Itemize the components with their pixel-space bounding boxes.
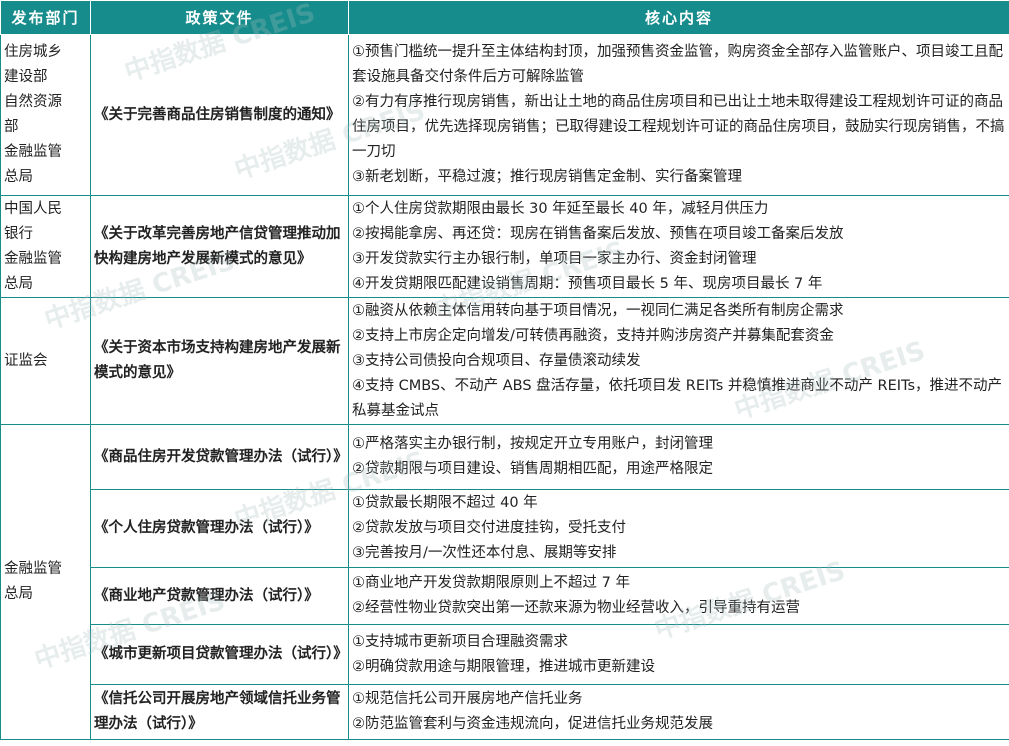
content-cell: ①规范信托公司开展房地产信托业务 ②防范监管套利与资金违规流向，促进信托业务规范… — [348, 684, 1009, 740]
content-line: ②贷款发放与项目交付进度挂钩，受托支付 — [352, 520, 626, 536]
content-line: ②贷款期限与项目建设、销售周期相匹配，用途严格限定 — [352, 461, 713, 477]
doc-cell: 《关于改革完善房地产信贷管理推动加快构建房地产发展新模式的意见》 — [90, 195, 349, 298]
content-line: ①支持城市更新项目合理融资需求 — [352, 633, 568, 650]
table-row: 住房城乡 建设部 自然资源 部 金融监管 总局 《关于完善商品住房销售制度的通知… — [0, 34, 1009, 196]
dept-cell: 证监会 — [0, 297, 91, 425]
doc-cell: 《关于完善商品住房销售制度的通知》 — [90, 34, 349, 196]
dept-cell: 金融监管 总局 — [0, 424, 91, 740]
doc-cell: 《商品住房开发贷款管理办法（试行）》 — [90, 424, 349, 490]
content-cell: ①严格落实主办银行制，按规定开立专用账户，封闭管理 ②贷款期限与项目建设、销售周… — [348, 424, 1009, 490]
header-content: 核心内容 — [348, 0, 1009, 35]
content-line: ①商业地产开发贷款期限原则上不超过 7 年 — [352, 575, 630, 591]
content-line: ③完善按月/一次性还本付息、展期等安排 — [352, 545, 617, 561]
content-line: ④支持 CMBS、不动产 ABS 盘活存量，依托项目发 REITs 并稳慎推进商… — [352, 377, 1003, 419]
dept-cell: 中国人民 银行 金融监管 总局 — [0, 195, 91, 298]
content-cell: ①支持城市更新项目合理融资需求 ②明确贷款用途与期限管理，推进城市更新建设 — [348, 624, 1009, 685]
header-dept: 发布部门 — [0, 0, 91, 35]
content-line: ①预售门槛统一提升至主体结构封顶，加强预售资金监管，购房资金全部存入监管账户、项… — [352, 44, 1003, 85]
content-cell: ①预售门槛统一提升至主体结构封顶，加强预售资金监管，购房资金全部存入监管账户、项… — [348, 34, 1009, 196]
content-line: ①个人住房贷款期限由最长 30 年延至最长 40 年，减轻月供压力 — [352, 200, 769, 217]
content-line: ②按揭能拿房、再还贷：现房在销售备案后发放、预售在项目竣工备案后发放 — [352, 225, 844, 242]
header-row: 发布部门 政策文件 核心内容 — [0, 0, 1009, 35]
content-line: ③新老划断，平稳过渡；推行现房销售定金制、实行备案管理 — [352, 169, 742, 185]
table-row: 金融监管 总局 《商品住房开发贷款管理办法（试行）》 ①严格落实主办银行制，按规… — [0, 424, 1009, 740]
content-line: ②有力有序推行现房销售，新出让土地的商品住房项目和已出让土地未取得建设工程规划许… — [352, 94, 1005, 160]
content-line: ②明确贷款用途与期限管理，推进城市更新建设 — [352, 658, 655, 675]
content-line: ③开发贷款实行主办银行制，单项目一家主办行、资金封闭管理 — [352, 250, 757, 267]
content-line: ②支持上市房企定向增发/可转债再融资，支持并购涉房资产并募集配套资金 — [352, 327, 834, 344]
table-row: 《信托公司开展房地产领域信托业务管理办法（试行）》 ①规范信托公司开展房地产信托… — [1, 684, 1009, 740]
content-cell: ①融资从依赖主体信用转向基于项目情况，一视同仁满足各类所有制房企需求 ②支持上市… — [348, 297, 1009, 425]
doc-cell: 《信托公司开展房地产领域信托业务管理办法（试行）》 — [90, 684, 349, 740]
table-row: 中国人民 银行 金融监管 总局 《关于改革完善房地产信贷管理推动加快构建房地产发… — [0, 195, 1009, 298]
content-line: ①贷款最长期限不超过 40 年 — [352, 495, 538, 511]
content-line: ④开发贷期限匹配建设销售周期：预售项目最长 5 年、现房项目最长 7 年 — [352, 275, 823, 292]
content-cell: ①贷款最长期限不超过 40 年 ②贷款发放与项目交付进度挂钩，受托支付 ③完善按… — [348, 489, 1009, 568]
content-line: ③支持公司债投向合规项目、存量债滚动续发 — [352, 352, 641, 369]
table-row: 证监会 《关于资本市场支持构建房地产发展新模式的意见》 ①融资从依赖主体信用转向… — [0, 297, 1009, 425]
dept-cell: 住房城乡 建设部 自然资源 部 金融监管 总局 — [0, 34, 91, 196]
doc-cell: 《个人住房贷款管理办法（试行）》 — [90, 489, 349, 568]
content-line: ②经营性物业贷款突出第一还款来源为物业经营收入，引导重持有运营 — [352, 600, 800, 616]
doc-cell: 《关于资本市场支持构建房地产发展新模式的意见》 — [90, 297, 349, 425]
content-line: ①严格落实主办银行制，按规定开立专用账户，封闭管理 — [352, 436, 713, 452]
header-doc: 政策文件 — [90, 0, 349, 35]
content-cell: ①个人住房贷款期限由最长 30 年延至最长 40 年，减轻月供压力 ②按揭能拿房… — [348, 195, 1009, 298]
doc-cell: 《商业地产贷款管理办法（试行）》 — [90, 567, 349, 625]
doc-cell: 《城市更新项目贷款管理办法（试行）》 — [90, 624, 349, 685]
table-row: 《城市更新项目贷款管理办法（试行）》 ①支持城市更新项目合理融资需求 ②明确贷款… — [1, 624, 1009, 685]
content-line: ②防范监管套利与资金违规流向，促进信托业务规范发展 — [352, 716, 713, 732]
policy-table: 发布部门 政策文件 核心内容 住房城乡 建设部 自然资源 部 金融监管 总局 《… — [0, 0, 1009, 740]
table-row: 《个人住房贷款管理办法（试行）》 ①贷款最长期限不超过 40 年 ②贷款发放与项… — [1, 489, 1009, 568]
table-row: 《商业地产贷款管理办法（试行）》 ①商业地产开发贷款期限原则上不超过 7 年 ②… — [1, 567, 1009, 625]
content-line: ①融资从依赖主体信用转向基于项目情况，一视同仁满足各类所有制房企需求 — [352, 302, 844, 319]
content-line: ①规范信托公司开展房地产信托业务 — [352, 691, 583, 707]
content-cell: ①商业地产开发贷款期限原则上不超过 7 年 ②经营性物业贷款突出第一还款来源为物… — [348, 567, 1009, 625]
